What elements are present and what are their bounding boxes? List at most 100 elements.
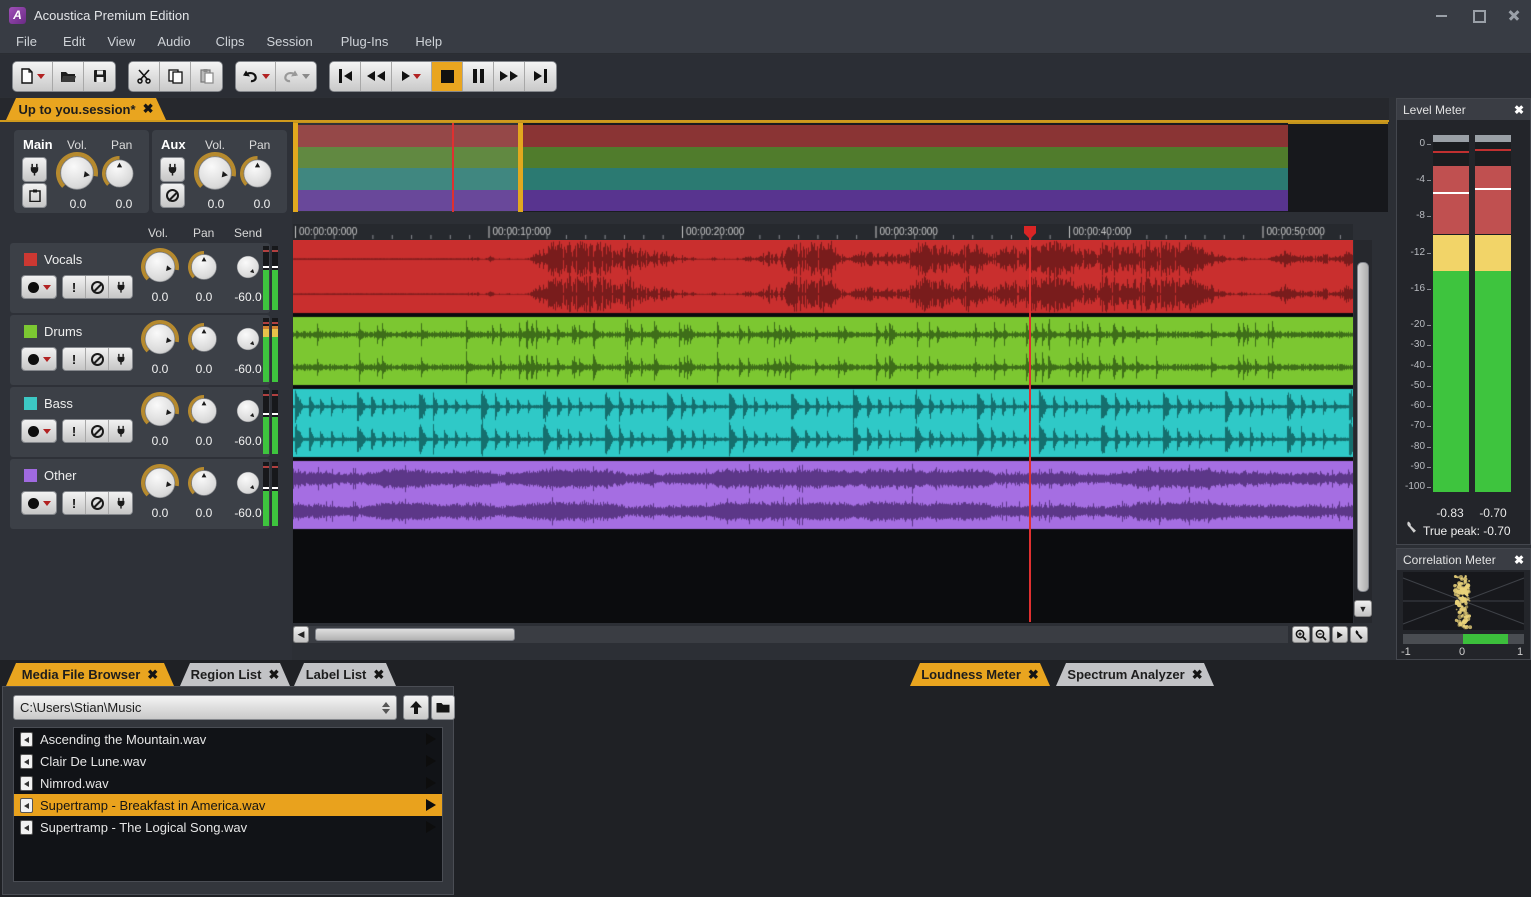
fast-forward-button[interactable] [494, 62, 525, 91]
track-solo-button[interactable]: ! [63, 492, 86, 514]
close-icon[interactable] [1507, 8, 1521, 22]
file-row[interactable]: Clair De Lune.wav [14, 750, 442, 772]
folder-up-button[interactable] [403, 695, 429, 720]
session-overview[interactable] [293, 123, 1288, 212]
track-vol-knob[interactable] [141, 320, 179, 358]
main-effects-button[interactable] [22, 157, 47, 182]
track-mute-button[interactable] [86, 420, 109, 442]
close-tab-icon[interactable]: ✖ [1028, 667, 1039, 683]
redo-button[interactable] [276, 62, 316, 91]
track-effects-button[interactable] [109, 276, 132, 298]
media-tab-label-list[interactable]: Label List✖ [294, 663, 396, 686]
path-select[interactable]: C:\Users\Stian\Music [13, 695, 397, 720]
track-vol-knob[interactable] [141, 392, 179, 430]
overview-region-right-edge[interactable] [518, 123, 523, 212]
track-color-swatch[interactable] [24, 325, 37, 338]
track-solo-button[interactable]: ! [63, 420, 86, 442]
pause-button[interactable] [463, 62, 494, 91]
file-play-button[interactable] [426, 733, 436, 745]
file-play-button[interactable] [426, 777, 436, 789]
track-record-button[interactable] [21, 419, 57, 443]
track-pan-knob[interactable] [188, 323, 220, 355]
browse-folder-button[interactable] [431, 695, 455, 720]
file-row[interactable]: Supertramp - The Logical Song.wav [14, 816, 442, 838]
zoom-in-button[interactable] [1292, 626, 1310, 643]
maximize-icon[interactable] [1471, 8, 1485, 22]
track-record-button[interactable] [21, 491, 57, 515]
track-mute-button[interactable] [86, 276, 109, 298]
main-clipboard-button[interactable] [22, 183, 47, 208]
meter-tab-spectrum-analyzer[interactable]: Spectrum Analyzer✖ [1056, 663, 1214, 686]
aux-effects-button[interactable] [160, 157, 185, 182]
track-solo-button[interactable]: ! [63, 276, 86, 298]
track-effects-button[interactable] [109, 492, 132, 514]
open-button[interactable] [53, 62, 84, 91]
minimize-icon[interactable] [1435, 8, 1449, 22]
close-tab-icon[interactable]: ✖ [268, 667, 279, 683]
media-tab-region-list[interactable]: Region List✖ [180, 663, 290, 686]
menu-view[interactable]: View [107, 31, 135, 52]
track-color-swatch[interactable] [24, 469, 37, 482]
play-button[interactable] [392, 62, 432, 91]
track-pan-knob[interactable] [188, 395, 220, 427]
level-meter-settings-button[interactable] [1404, 520, 1419, 535]
scroll-down-button[interactable]: ▼ [1354, 600, 1372, 617]
menu-clips[interactable]: Clips [216, 31, 245, 52]
aux-vol-knob[interactable] [194, 152, 236, 194]
file-row[interactable]: Nimrod.wav [14, 772, 442, 794]
file-play-button[interactable] [426, 821, 436, 833]
stop-button[interactable] [432, 62, 463, 91]
tab-session[interactable]: Up to you.session* ✖ [6, 98, 166, 120]
track-color-swatch[interactable] [24, 253, 37, 266]
close-panel-icon[interactable]: ✖ [1514, 553, 1524, 567]
track-color-swatch[interactable] [24, 397, 37, 410]
scroll-left-button[interactable]: ◀ [293, 626, 309, 643]
main-pan-knob[interactable] [102, 156, 137, 191]
zoom-out-button[interactable] [1312, 626, 1330, 643]
go-to-start-button[interactable] [330, 62, 361, 91]
track-effects-button[interactable] [109, 420, 132, 442]
timeline-play-button[interactable] [1332, 626, 1348, 643]
timeline-settings-button[interactable] [1350, 626, 1368, 643]
rewind-button[interactable] [361, 62, 392, 91]
file-play-button[interactable] [426, 799, 436, 811]
copy-button[interactable] [160, 62, 191, 91]
overview-view-region[interactable] [296, 123, 520, 212]
paste-button[interactable] [191, 62, 222, 91]
meter-tab-loudness-meter[interactable]: Loudness Meter✖ [910, 663, 1050, 686]
track-pan-knob[interactable] [188, 467, 220, 499]
main-vol-knob[interactable] [56, 152, 98, 194]
track-mute-button[interactable] [86, 492, 109, 514]
track-send-knob[interactable] [234, 397, 262, 425]
cut-button[interactable] [129, 62, 160, 91]
close-tab-icon[interactable]: ✖ [1192, 667, 1203, 683]
undo-button[interactable] [236, 62, 276, 91]
aux-pan-knob[interactable] [240, 156, 275, 191]
close-tab-icon[interactable]: ✖ [143, 101, 154, 117]
menu-help[interactable]: Help [415, 31, 442, 52]
menu-edit[interactable]: Edit [63, 31, 85, 52]
track-pan-knob[interactable] [188, 251, 220, 283]
menu-plugins[interactable]: Plug-Ins [341, 31, 389, 52]
close-tab-icon[interactable]: ✖ [373, 667, 384, 683]
file-row[interactable]: Supertramp - Breakfast in America.wav [14, 794, 442, 816]
track-row-bass[interactable]: Bass! 0.00.0-60.0 [10, 387, 270, 457]
close-panel-icon[interactable]: ✖ [1514, 103, 1524, 117]
new-session-button[interactable] [13, 62, 53, 91]
track-send-knob[interactable] [234, 253, 262, 281]
track-record-button[interactable] [21, 275, 57, 299]
vertical-scrollbar-thumb[interactable] [1357, 262, 1369, 592]
menu-audio[interactable]: Audio [157, 31, 190, 52]
track-row-drums[interactable]: Drums! 0.00.0-60.0 [10, 315, 270, 385]
menu-file[interactable]: File [16, 31, 37, 52]
time-ruler[interactable] [293, 224, 1353, 240]
track-vol-knob[interactable] [141, 248, 179, 286]
track-effects-button[interactable] [109, 348, 132, 370]
track-send-knob[interactable] [234, 469, 262, 497]
overview-region-left-edge[interactable] [293, 123, 298, 212]
file-play-button[interactable] [426, 755, 436, 767]
waveform-area[interactable] [293, 240, 1353, 530]
track-row-vocals[interactable]: Vocals! 0.00.0-60.0 [10, 243, 270, 313]
track-send-knob[interactable] [234, 325, 262, 353]
close-tab-icon[interactable]: ✖ [147, 667, 158, 683]
